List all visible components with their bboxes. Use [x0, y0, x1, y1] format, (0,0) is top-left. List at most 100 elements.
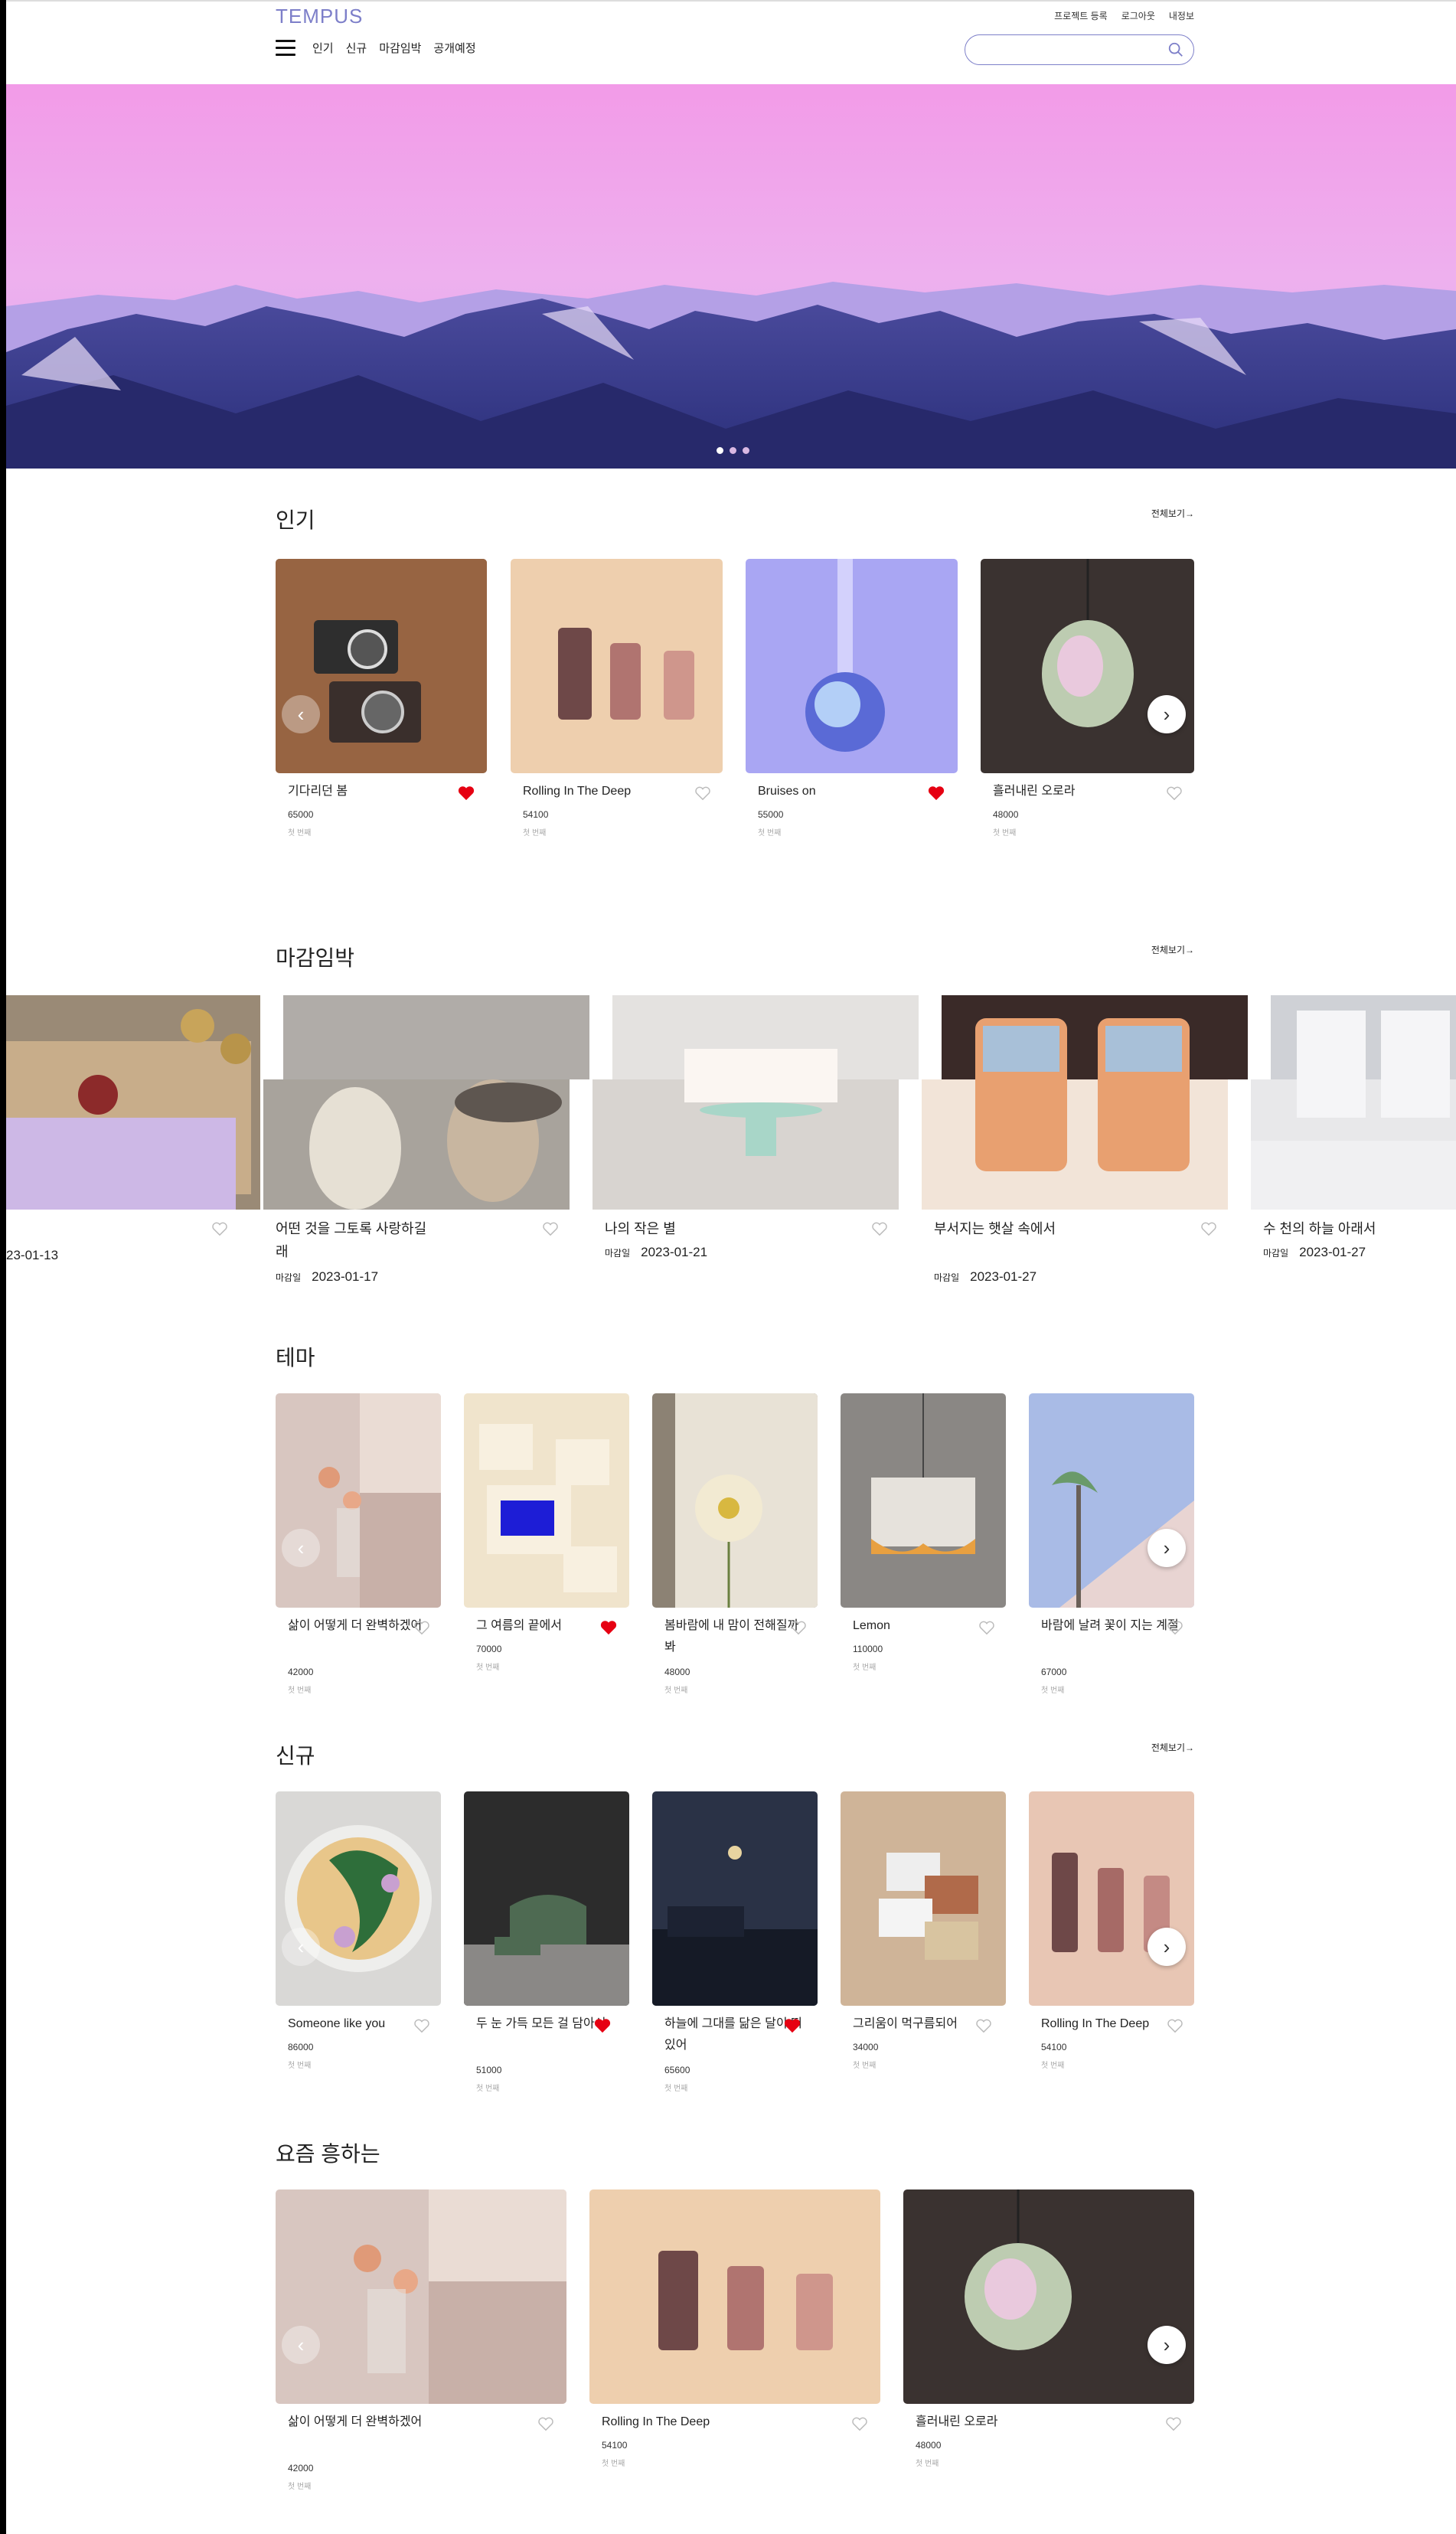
product-sub: 첫 번째 — [523, 829, 547, 838]
product-card[interactable]: Lemon 110000 첫 번째 — [841, 1393, 1006, 1672]
product-name: 두 눈 가득 모든 걸 담아서 — [476, 2017, 606, 2030]
product-name: Rolling In The Deep — [602, 2415, 710, 2428]
product-sub: 첫 번째 — [1041, 1687, 1065, 1695]
carousel-prev-button[interactable]: ‹ — [282, 1529, 320, 1567]
product-image — [841, 1791, 1006, 2006]
heart-icon[interactable] — [871, 1221, 888, 1236]
carousel-next-button[interactable]: › — [1147, 2326, 1186, 2364]
product-card[interactable]: 봄바람에 내 맘이 전해질까봐 48000 첫 번째 — [652, 1393, 818, 1695]
product-sub: 첫 번째 — [1041, 2062, 1065, 2070]
deadline-card[interactable]: 수 천의 하늘 아래서 마감일 2023-01-27 — [1251, 995, 1456, 1259]
heart-icon[interactable] — [537, 2416, 554, 2431]
product-card[interactable]: 그리움이 먹구름되어 34000 첫 번째 — [841, 1791, 1006, 2070]
search-icon[interactable] — [1167, 41, 1184, 58]
product-card[interactable]: 두 눈 가득 모든 걸 담아서 51000 첫 번째 — [464, 1791, 629, 2093]
product-card[interactable]: 삶이 어떻게 더 완벽하겠어 42000 첫 번째 — [276, 1393, 441, 1695]
heart-icon[interactable] — [1200, 1221, 1217, 1236]
util-link-register[interactable]: 프로젝트 등록 — [1054, 9, 1108, 22]
menu-icon[interactable] — [276, 40, 295, 58]
heart-icon[interactable] — [600, 1620, 617, 1635]
product-card[interactable]: Rolling In The Deep 54100 첫 번째 — [1029, 1791, 1194, 2070]
carousel-next-button[interactable]: › — [1147, 1529, 1186, 1567]
deadline-name: 어떤 것을 그토록 사랑하길래 — [276, 1221, 427, 1259]
product-name: Someone like you — [288, 2017, 386, 2030]
heart-icon[interactable] — [542, 1221, 559, 1236]
section-title-theme: 테마 — [276, 1346, 315, 1370]
deadline-card[interactable]: 23-01-13 — [6, 995, 260, 1262]
product-name: Lemon — [853, 1619, 890, 1632]
heart-icon[interactable] — [1167, 1620, 1183, 1635]
product-sub: 첫 번째 — [288, 829, 312, 838]
deadline-card[interactable]: 부서지는 햇살 속에서 마감일 2023-01-27 — [922, 995, 1251, 1284]
hero-dot[interactable] — [730, 447, 736, 454]
product-card[interactable]: 흘러내린 오로라 48000 첫 번째 — [903, 2189, 1194, 2468]
product-sub: 첫 번째 — [664, 1687, 688, 1695]
search-box — [965, 34, 1194, 65]
hero-banner[interactable] — [6, 84, 1456, 469]
heart-icon[interactable] — [790, 1620, 807, 1635]
carousel-next-button[interactable]: › — [1147, 1928, 1186, 1966]
product-card[interactable]: 기다리던 봄 65000 첫 번째 — [276, 559, 487, 838]
hero-dot[interactable] — [743, 447, 749, 454]
product-price: 55000 — [758, 809, 784, 820]
util-link-logout[interactable]: 로그아웃 — [1121, 9, 1155, 22]
view-all-deadline[interactable]: 전체보기→ — [1151, 943, 1194, 956]
section-title-popular: 인기 — [276, 508, 315, 532]
heart-icon[interactable] — [211, 1221, 228, 1236]
deadline-date-label: 마감일 — [276, 1272, 302, 1283]
product-sub: 첫 번째 — [288, 2062, 312, 2070]
product-card[interactable]: Bruises on 55000 첫 번째 — [746, 559, 958, 838]
search-input[interactable] — [978, 35, 1161, 63]
heart-icon[interactable] — [784, 2018, 801, 2033]
product-price: 48000 — [993, 809, 1019, 820]
brand-logo[interactable]: TEMPUS — [276, 5, 363, 28]
hero-dot[interactable] — [717, 447, 723, 454]
product-card[interactable]: Rolling In The Deep 54100 첫 번째 — [511, 559, 723, 838]
carousel-prev-button[interactable]: ‹ — [282, 1928, 320, 1966]
product-price: 48000 — [664, 1667, 690, 1677]
product-price: 54100 — [523, 809, 549, 820]
product-card[interactable]: 하늘에 그대를 닮은 달이 떠있어 65600 첫 번째 — [652, 1791, 818, 2093]
deadline-date: 마감일 2023-01-27 — [1263, 1245, 1366, 1260]
heart-icon[interactable] — [413, 2018, 430, 2033]
product-card[interactable]: 흘러내린 오로라 48000 첫 번째 — [981, 559, 1194, 838]
product-card[interactable]: 바람에 날려 꽃이 지는 계절 67000 첫 번째 — [1029, 1393, 1194, 1695]
product-price: 42000 — [288, 2463, 314, 2474]
heart-icon[interactable] — [413, 1620, 430, 1635]
heart-icon[interactable] — [694, 785, 711, 801]
heart-icon[interactable] — [1166, 785, 1183, 801]
heart-icon[interactable] — [851, 2416, 868, 2431]
product-image — [746, 559, 958, 773]
carousel-prev-button[interactable]: ‹ — [282, 695, 320, 733]
product-sub: 첫 번째 — [993, 829, 1017, 838]
heart-icon[interactable] — [594, 2018, 611, 2033]
view-all-popular[interactable]: 전체보기→ — [1151, 507, 1194, 520]
product-card[interactable]: Rolling In The Deep 54100 첫 번째 — [589, 2189, 880, 2468]
carousel-next-button[interactable]: › — [1147, 695, 1186, 733]
product-card[interactable]: 삶이 어떻게 더 완벽하겠어 42000 첫 번째 — [276, 2189, 566, 2491]
view-all-new[interactable]: 전체보기→ — [1151, 1741, 1194, 1754]
heart-icon[interactable] — [458, 785, 475, 801]
heart-icon[interactable] — [1165, 2416, 1182, 2431]
util-link-myinfo[interactable]: 내정보 — [1169, 9, 1194, 22]
product-price: 54100 — [1041, 2042, 1067, 2052]
heart-icon[interactable] — [978, 1620, 995, 1635]
deadline-card[interactable]: 어떤 것을 그토록 사랑하길래 마감일 2023-01-17 — [263, 995, 593, 1284]
product-price: 51000 — [476, 2065, 502, 2075]
product-name: 삶이 어떻게 더 완벽하겠어 — [288, 2415, 423, 2428]
heart-icon[interactable] — [975, 2018, 992, 2033]
deadline-date-label: 마감일 — [1263, 1248, 1289, 1259]
heart-icon[interactable] — [928, 785, 945, 801]
nav-item-upcoming[interactable]: 공개예정 — [433, 40, 475, 56]
carousel-prev-button[interactable]: ‹ — [282, 2326, 320, 2364]
product-card[interactable]: 그 여름의 끝에서 70000 첫 번째 — [464, 1393, 629, 1672]
product-sub: 첫 번째 — [602, 2460, 625, 2468]
deadline-image — [922, 995, 1248, 1210]
deadline-card[interactable]: 나의 작은 별 마감일 2023-01-21 — [593, 995, 922, 1259]
heart-icon[interactable] — [1167, 2018, 1183, 2033]
product-image — [981, 559, 1194, 773]
nav-item-deadline[interactable]: 마감임박 — [379, 40, 421, 56]
nav-item-new[interactable]: 신규 — [346, 40, 367, 56]
nav-item-popular[interactable]: 인기 — [312, 40, 334, 56]
product-card[interactable]: Someone like you 86000 첫 번째 — [276, 1791, 441, 2070]
